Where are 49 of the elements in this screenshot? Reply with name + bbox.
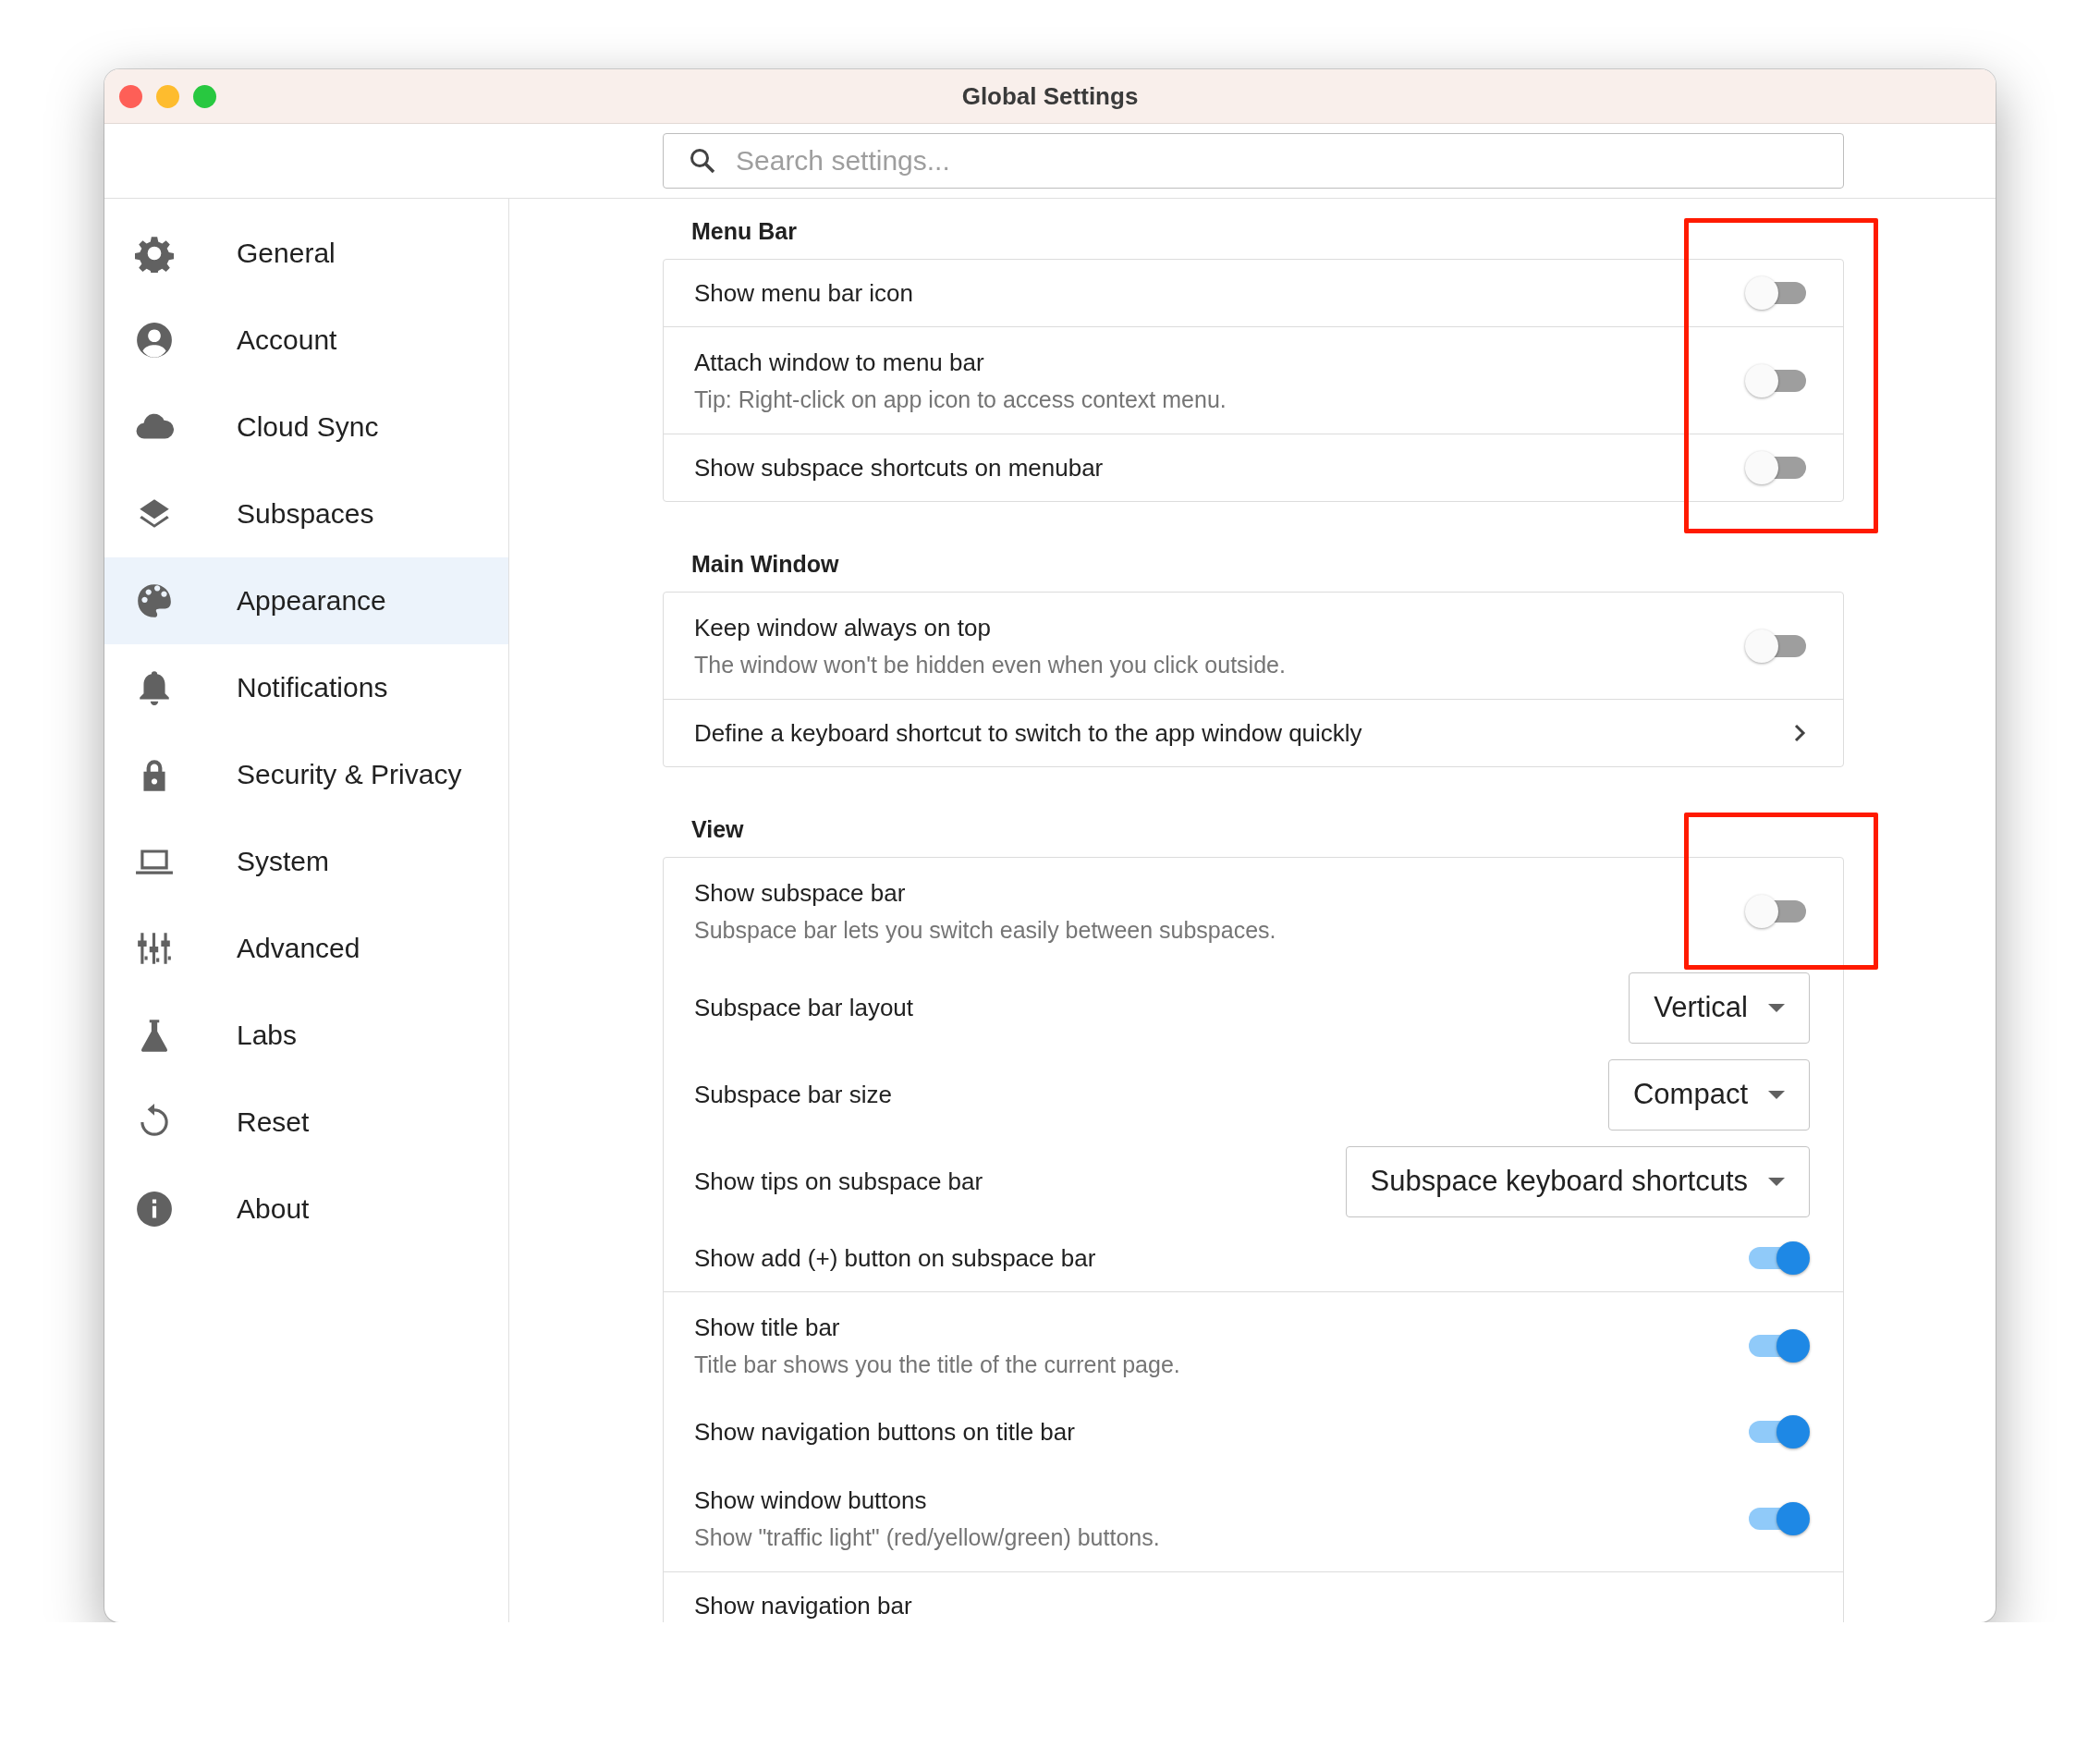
sidebar-item[interactable]: Advanced — [104, 905, 508, 992]
sidebar-item[interactable]: Notifications — [104, 644, 508, 731]
sidebar-item[interactable]: About — [104, 1166, 508, 1253]
setting-label: Keep window always on top — [694, 613, 992, 642]
setting-description: Subspace bar lets you switch easily between subspaces. — [694, 916, 1276, 944]
setting-label: Show title bar — [694, 1313, 841, 1342]
setting-label: Show subspace bar — [694, 878, 907, 908]
setting-description: The window won't be hidden even when you click outside. — [694, 651, 1286, 678]
setting-label: Attach window to menu bar — [694, 348, 985, 377]
setting-label: Subspace bar size — [694, 1080, 892, 1109]
setting-label: Show tips on subspace bar — [694, 1167, 983, 1196]
gear-icon — [135, 234, 174, 273]
section-heading: Main Window — [691, 551, 839, 578]
dropdown[interactable]: Subspace keyboard shortcuts — [1345, 1145, 1810, 1217]
sidebar-item[interactable]: Labs — [104, 992, 508, 1079]
setting-description: Tip: Right-click on app icon to access context menu. — [694, 385, 1227, 413]
section-heading: Menu Bar — [691, 218, 797, 245]
zoom-button[interactable] — [193, 84, 216, 108]
setting-label: Show menu bar icon — [694, 278, 914, 308]
sidebar-item[interactable]: Appearance — [104, 557, 508, 644]
caret-icon — [1768, 1090, 1785, 1099]
setting-label: Subspace bar layout — [694, 993, 914, 1022]
setting-label: Show window buttons — [694, 1485, 928, 1515]
sidebar-item[interactable]: System — [104, 818, 508, 905]
dropdown[interactable]: Compact — [1607, 1058, 1810, 1131]
caret-icon — [1768, 1003, 1785, 1012]
dropdown[interactable]: Vertical — [1629, 972, 1810, 1044]
sidebar-item[interactable]: Reset — [104, 1079, 508, 1166]
setting-label: Show add (+) button on subspace bar — [694, 1243, 1096, 1273]
setting-description: Show "traffic light" (red/yellow/green) buttons. — [694, 1523, 1160, 1551]
setting-description: Title bar shows you the title of the current page. — [694, 1351, 1180, 1378]
setting-label: Show navigation bar — [694, 1591, 912, 1620]
search-icon — [689, 147, 716, 175]
setting-label: Show subspace shortcuts on menubar — [694, 453, 1104, 483]
sidebar-item[interactable]: Subspaces — [104, 471, 508, 557]
section-heading: View — [691, 816, 744, 843]
minimize-button[interactable] — [156, 84, 179, 108]
sidebar-item[interactable]: General — [104, 210, 508, 297]
sidebar-item[interactable]: Account — [104, 297, 508, 384]
sidebar-item[interactable]: Cloud Sync — [104, 384, 508, 471]
search-field[interactable]: Search settings... — [663, 133, 1844, 189]
setting-label: Show navigation buttons on title bar — [694, 1417, 1075, 1447]
close-button[interactable] — [119, 84, 142, 108]
palette-icon — [135, 581, 174, 620]
info-icon — [135, 1190, 174, 1228]
caret-icon — [1768, 1177, 1785, 1186]
window-title: Global Settings — [961, 81, 1139, 110]
sidebar-item[interactable]: Security & Privacy — [104, 731, 508, 818]
setting-label: Define a keyboard shortcut to switch to the app window quickly — [694, 718, 1362, 748]
